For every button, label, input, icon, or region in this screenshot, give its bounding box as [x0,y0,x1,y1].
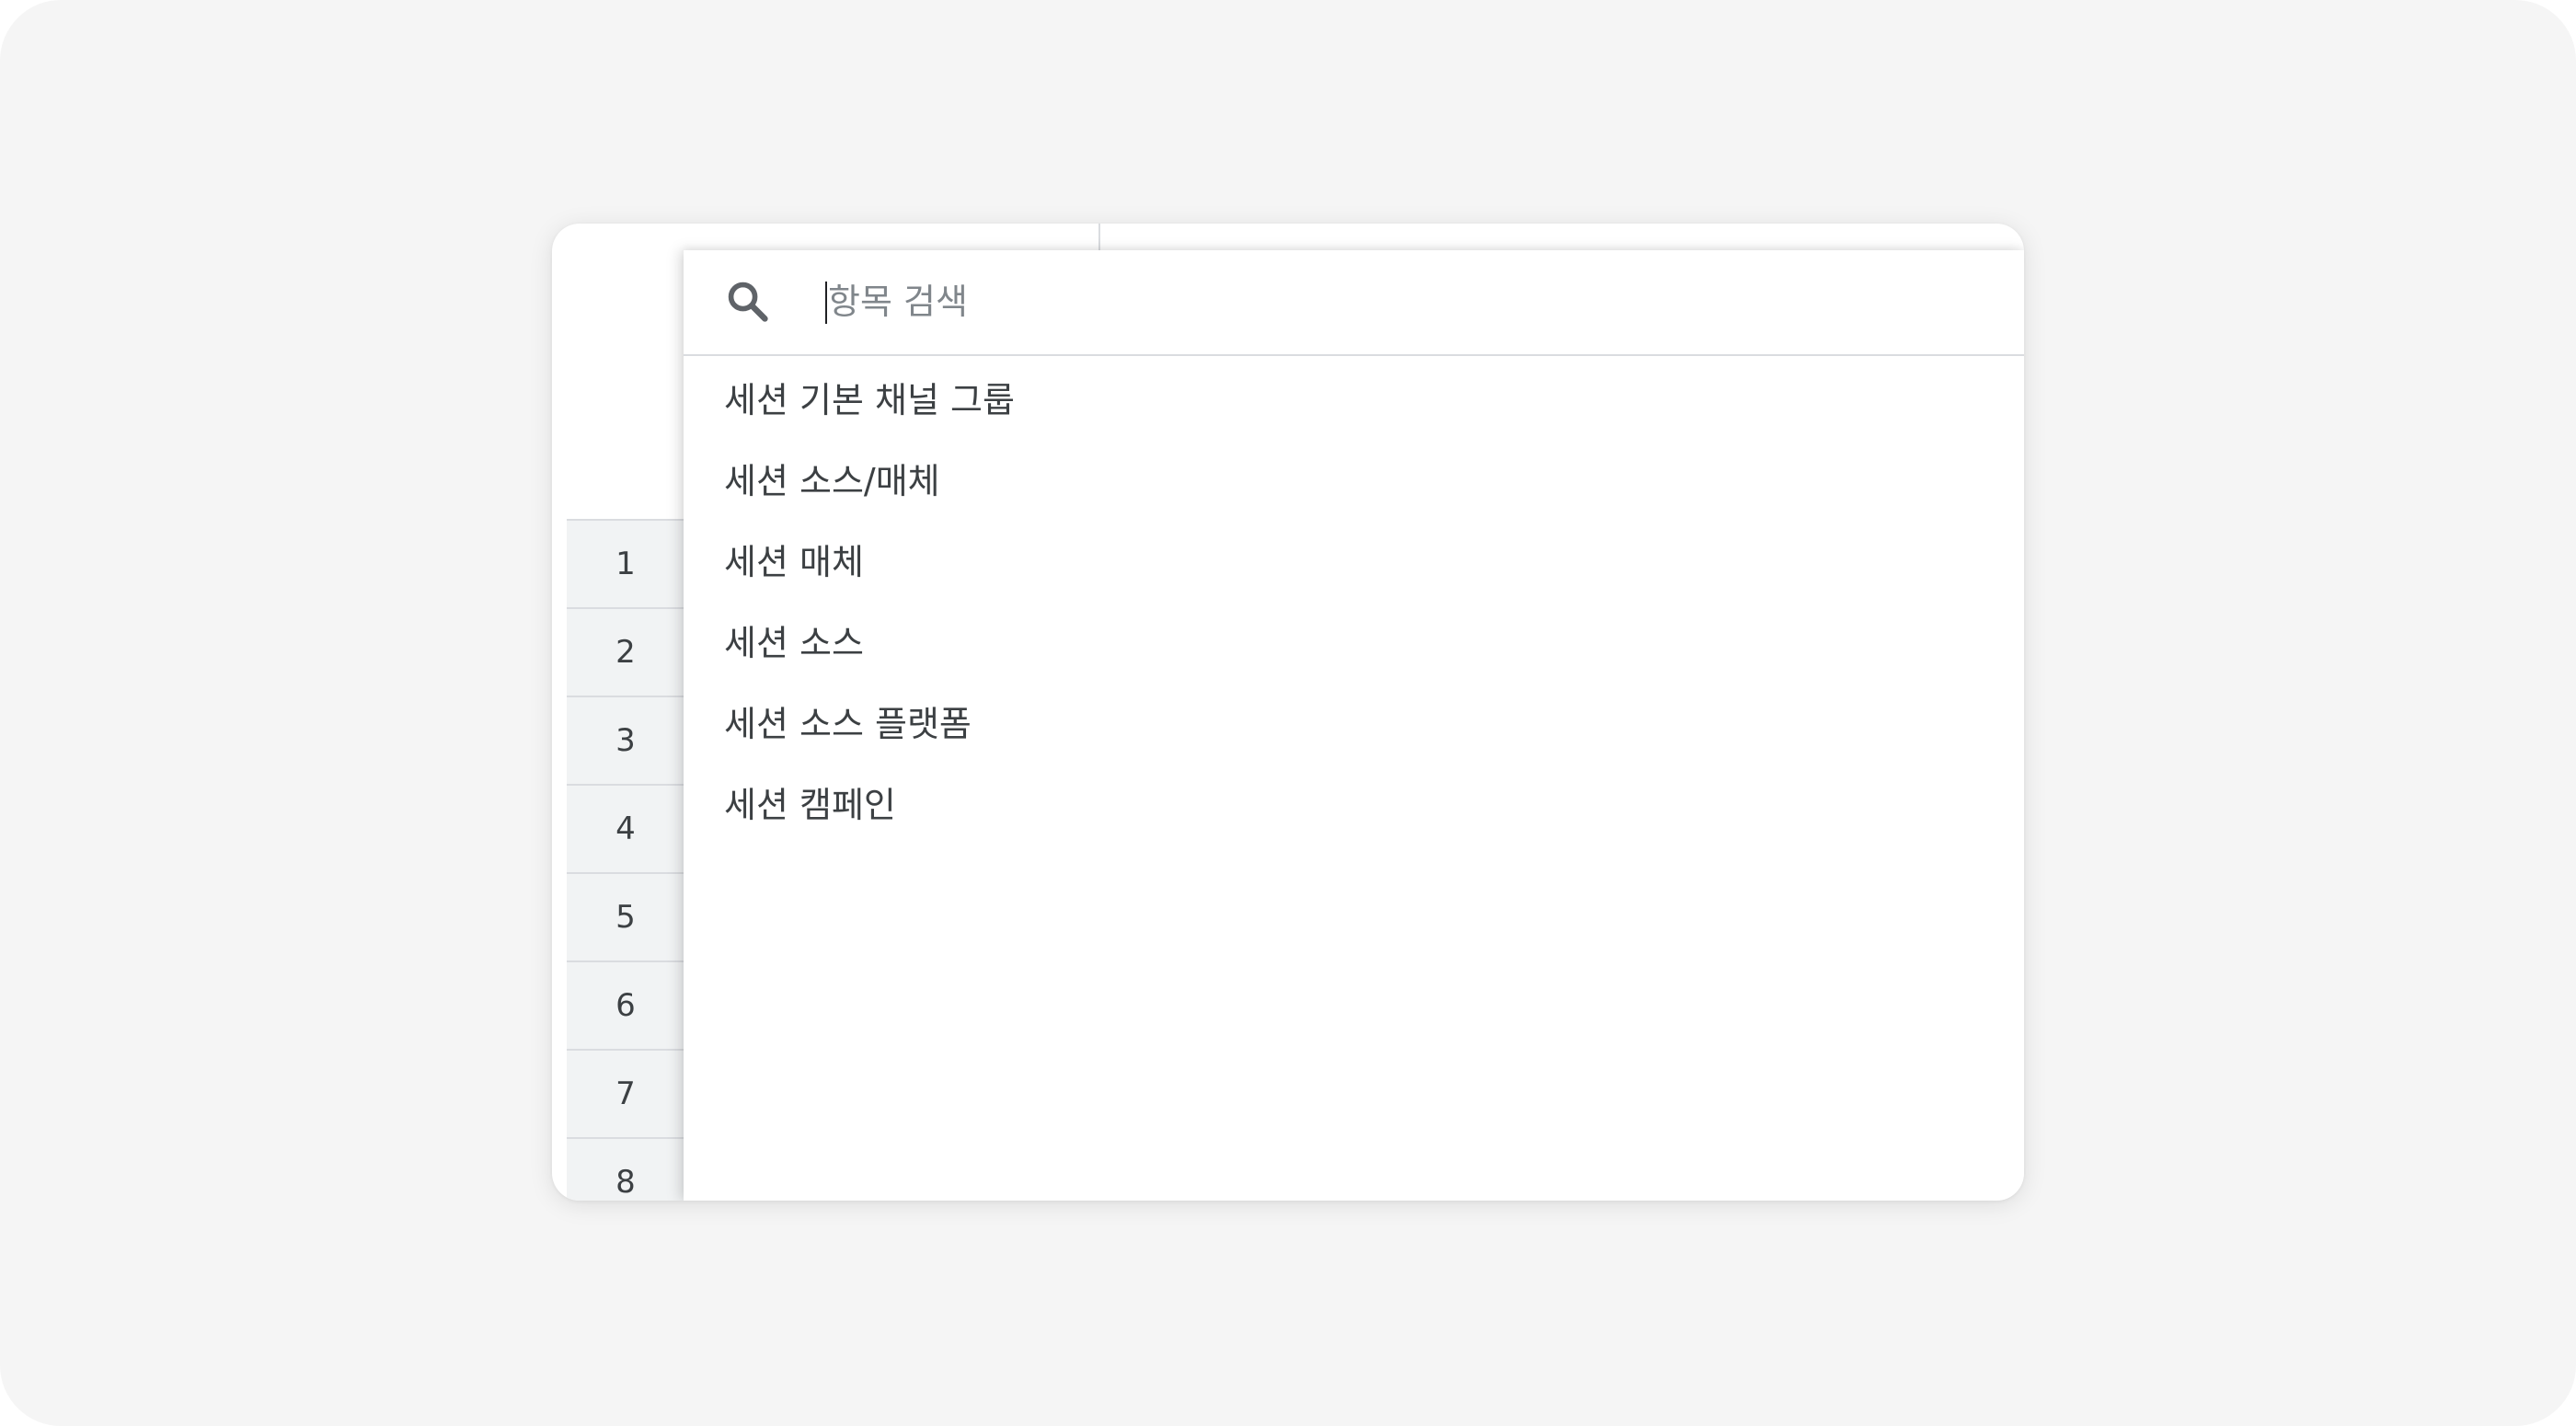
report-table-card: 1 2 3 4 5 6 7 8 세션 기본 채널 그룹 [552,224,2024,1201]
screenshot-background: 1 2 3 4 5 6 7 8 세션 기본 채널 그룹 [0,0,2576,1426]
dimension-picker-dropdown: 세션 기본 채널 그룹 세션 소스/매체 세션 매체 세션 소스 세션 소스 플… [684,250,2024,1201]
row-number: 6 [567,960,684,1049]
row-number: 3 [567,696,684,784]
row-number: 7 [567,1049,684,1137]
option-session-source-medium[interactable]: 세션 소스/매체 [684,437,2024,518]
search-icon [724,278,772,326]
option-session-source-platform[interactable]: 세션 소스 플랫폼 [684,680,2024,761]
row-number: 4 [567,784,684,872]
option-session-campaign[interactable]: 세션 캠페인 [684,761,2024,842]
row-number: 1 [567,519,684,607]
row-number: 2 [567,607,684,696]
option-session-medium[interactable]: 세션 매체 [684,518,2024,599]
row-number: 5 [567,872,684,960]
option-session-default-channel-group[interactable]: 세션 기본 채널 그룹 [684,356,2024,437]
option-session-source[interactable]: 세션 소스 [684,599,2024,680]
dimension-option-list: 세션 기본 채널 그룹 세션 소스/매체 세션 매체 세션 소스 세션 소스 플… [684,356,2024,842]
text-cursor [825,282,827,324]
search-bar [684,250,2024,356]
row-number: 8 [567,1137,684,1201]
row-number-column: 1 2 3 4 5 6 7 8 [567,519,684,1201]
search-input[interactable] [828,274,1656,329]
